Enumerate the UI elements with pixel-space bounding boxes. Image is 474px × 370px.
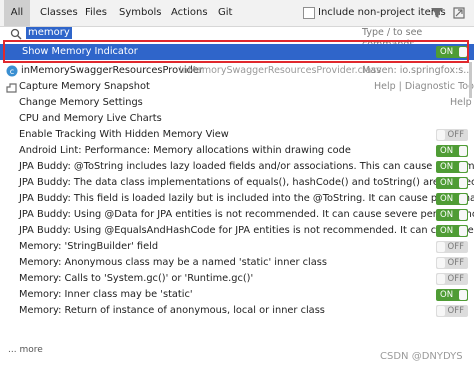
result-label: Capture Memory Snapshot xyxy=(19,81,150,92)
result-label: Android Lint: Performance: Memory alloca… xyxy=(19,145,351,156)
toggle-switch[interactable]: OFF xyxy=(436,257,468,269)
include-non-project-checkbox[interactable] xyxy=(303,7,315,19)
toggle-switch[interactable]: OFF xyxy=(436,241,468,253)
toggle-state: ON xyxy=(440,178,454,188)
class-icon: c xyxy=(6,65,18,77)
result-row[interactable]: CPU and Memory Live Charts xyxy=(0,111,474,127)
toggle-switch[interactable]: ON xyxy=(436,193,468,205)
toggle-knob xyxy=(437,274,445,284)
tab-git[interactable]: Git xyxy=(218,0,232,26)
scrollbar-thumb[interactable] xyxy=(469,62,472,98)
toggle-switch[interactable]: OFF xyxy=(436,273,468,285)
result-row[interactable]: Memory: Return of instance of anonymous,… xyxy=(0,303,474,319)
toggle-switch[interactable]: ON xyxy=(436,289,468,301)
result-label: Memory: Return of instance of anonymous,… xyxy=(19,305,325,316)
toggle-knob xyxy=(459,210,467,220)
result-row[interactable]: JPA Buddy: @ToString includes lazy loade… xyxy=(0,159,474,175)
result-row[interactable]: Memory: Inner class may be 'static' ON xyxy=(0,287,474,303)
toggle-state: ON xyxy=(440,210,454,220)
toggle-switch[interactable]: ON xyxy=(436,225,468,237)
toggle-switch[interactable]: OFF xyxy=(436,305,468,317)
result-label: Memory: Calls to 'System.gc()' or 'Runti… xyxy=(19,273,254,284)
toggle-state: OFF xyxy=(447,130,464,140)
toggle-knob xyxy=(437,130,445,140)
result-row[interactable]: JPA Buddy: Using @Data for JPA entities … xyxy=(0,207,474,223)
tab-actions[interactable]: Actions xyxy=(171,0,208,26)
tab-classes[interactable]: Classes xyxy=(40,0,78,26)
toggle-switch[interactable]: ON xyxy=(436,209,468,221)
toggle-state: ON xyxy=(440,194,454,204)
search-everywhere-tab-bar: All Classes Files Symbols Actions Git In… xyxy=(0,0,474,27)
result-label: CPU and Memory Live Charts xyxy=(19,113,162,124)
result-label: JPA Buddy: This field is loaded lazily b… xyxy=(19,193,474,204)
more-link[interactable]: ... more xyxy=(8,345,43,355)
result-row[interactable]: JPA Buddy: The data class implementation… xyxy=(0,175,474,191)
toggle-state: ON xyxy=(440,146,454,156)
class-file: InMemorySwaggerResourcesProvider.class xyxy=(179,65,382,76)
result-row[interactable]: Android Lint: Performance: Memory alloca… xyxy=(0,143,474,159)
toggle-knob xyxy=(459,146,467,156)
search-icon xyxy=(10,28,22,40)
result-row-class[interactable]: c inMemorySwaggerResourcesProvider InMem… xyxy=(0,63,474,79)
toggle-knob xyxy=(459,290,467,300)
svg-text:c: c xyxy=(10,67,14,76)
highlight-box xyxy=(3,40,469,63)
result-row[interactable]: JPA Buddy: This field is loaded lazily b… xyxy=(0,191,474,207)
pin-window-icon[interactable] xyxy=(452,6,466,20)
include-non-project-label: Include non-project items xyxy=(318,7,446,18)
watermark: CSDN @DNYDYS xyxy=(380,351,463,362)
tab-all[interactable]: All xyxy=(4,0,30,26)
result-row[interactable]: Memory: Anonymous class may be a named '… xyxy=(0,255,474,271)
search-input[interactable]: memory xyxy=(26,27,72,39)
toggle-switch[interactable]: ON xyxy=(436,145,468,157)
toggle-knob xyxy=(437,306,445,316)
toggle-knob xyxy=(459,194,467,204)
result-row[interactable]: JPA Buddy: Using @EqualsAndHashCode for … xyxy=(0,223,474,239)
toggle-knob xyxy=(437,242,445,252)
result-row[interactable]: Enable Tracking With Hidden Memory View O… xyxy=(0,127,474,143)
toggle-state: OFF xyxy=(447,274,464,284)
toggle-knob xyxy=(459,178,467,188)
memory-snapshot-icon xyxy=(6,83,17,93)
toggle-state: ON xyxy=(440,162,454,172)
tab-symbols[interactable]: Symbols xyxy=(119,0,161,26)
toggle-state: OFF xyxy=(447,306,464,316)
result-label: JPA Buddy: Using @EqualsAndHashCode for … xyxy=(19,225,474,236)
result-label: Change Memory Settings xyxy=(19,97,143,108)
result-label: Memory: 'StringBuilder' field xyxy=(19,241,159,252)
result-row[interactable]: Memory: 'StringBuilder' field OFF xyxy=(0,239,474,255)
result-label: Memory: Anonymous class may be a named '… xyxy=(19,257,327,268)
toggle-knob xyxy=(459,162,467,172)
class-name: inMemorySwaggerResourcesProvider xyxy=(21,65,203,76)
result-label: Memory: Inner class may be 'static' xyxy=(19,289,193,300)
toggle-knob xyxy=(459,226,467,236)
result-label: JPA Buddy: @ToString includes lazy loade… xyxy=(19,161,474,172)
toggle-state: OFF xyxy=(447,242,464,252)
toggle-state: OFF xyxy=(447,258,464,268)
toggle-switch[interactable]: OFF xyxy=(436,129,468,141)
class-source: Maven: io.springfox:s... xyxy=(362,65,473,76)
result-label: JPA Buddy: Using @Data for JPA entities … xyxy=(19,209,474,220)
toggle-state: ON xyxy=(440,226,454,236)
filter-icon[interactable] xyxy=(430,6,444,20)
toggle-state: ON xyxy=(440,290,454,300)
result-label: Enable Tracking With Hidden Memory View xyxy=(19,129,229,140)
result-row[interactable]: Memory: Calls to 'System.gc()' or 'Runti… xyxy=(0,271,474,287)
result-label: JPA Buddy: The data class implementation… xyxy=(19,177,474,188)
toggle-knob xyxy=(437,258,445,268)
tab-files[interactable]: Files xyxy=(85,0,107,26)
toggle-switch[interactable]: ON xyxy=(436,161,468,173)
result-row-capture[interactable]: Capture Memory Snapshot Help | Diagnosti… xyxy=(0,79,474,95)
search-hint: Type / to see commands xyxy=(362,27,423,50)
result-location: Help | Diagnostic Tools xyxy=(374,81,474,92)
result-location: Help xyxy=(450,97,472,108)
toggle-switch[interactable]: ON xyxy=(436,177,468,189)
result-row[interactable]: Change Memory Settings Help xyxy=(0,95,474,111)
